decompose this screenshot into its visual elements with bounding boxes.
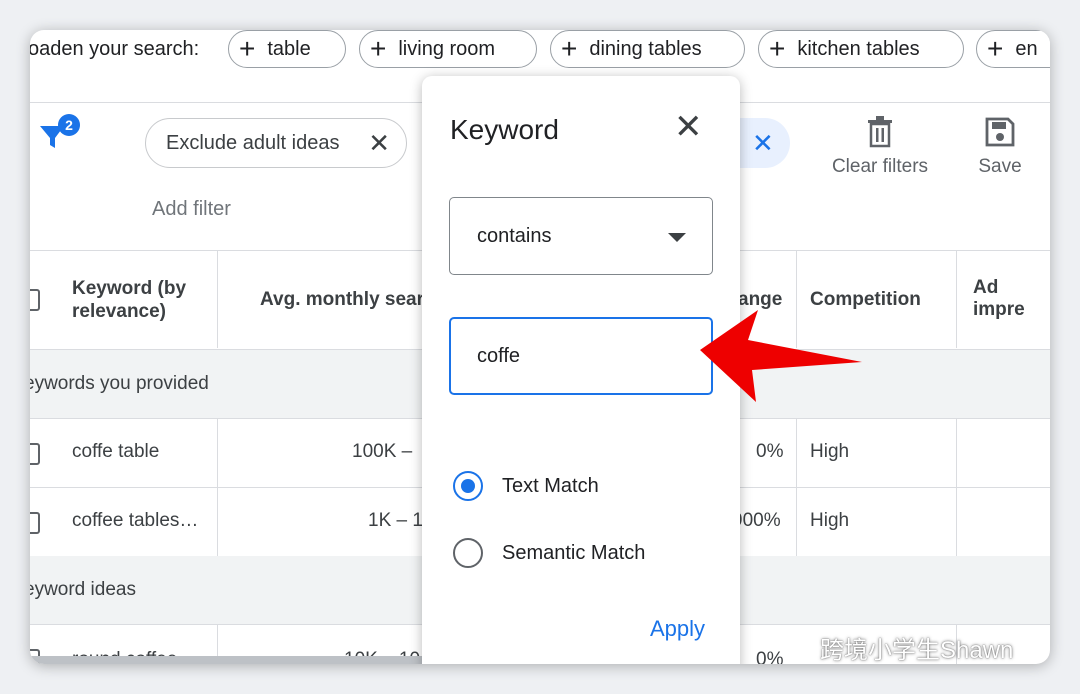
plus-icon: + bbox=[769, 33, 786, 64]
row-checkbox[interactable] bbox=[30, 443, 40, 465]
keyword-cell: coffee tables… bbox=[72, 510, 199, 531]
competition-cell: High bbox=[810, 510, 850, 531]
clear-filters-button[interactable]: Clear filters bbox=[820, 116, 940, 178]
filter-count-badge: 2 bbox=[58, 114, 80, 136]
plus-icon: + bbox=[987, 33, 1004, 64]
row-checkbox[interactable] bbox=[30, 512, 40, 534]
dropdown-arrow-icon bbox=[668, 233, 686, 242]
column-divider bbox=[217, 419, 218, 556]
add-filter-button[interactable]: Add filter bbox=[152, 198, 231, 221]
suggestion-chip-more[interactable]: + en bbox=[976, 30, 1050, 68]
select-all-checkbox[interactable] bbox=[30, 289, 40, 311]
exclude-adult-ideas-chip[interactable]: Exclude adult ideas ✕ bbox=[145, 118, 407, 168]
col-keyword[interactable]: Keyword (by relevance) bbox=[72, 251, 212, 349]
close-icon[interactable]: ✕ bbox=[368, 128, 390, 159]
column-divider bbox=[217, 250, 218, 348]
suggestion-chip-table[interactable]: + table bbox=[228, 30, 346, 68]
change-cell: 0% bbox=[756, 441, 784, 462]
watermark: 跨境小学生Shawn bbox=[778, 630, 1013, 664]
col-ad-impression[interactable]: Ad impre bbox=[973, 251, 1050, 349]
suggestion-chip-living-room[interactable]: + living room bbox=[359, 30, 537, 68]
save-button[interactable]: Save bbox=[970, 116, 1030, 178]
plus-icon: + bbox=[239, 33, 256, 64]
select-value: contains bbox=[477, 225, 552, 247]
semantic-match-radio[interactable] bbox=[453, 538, 483, 568]
semantic-match-label[interactable]: Semantic Match bbox=[502, 542, 645, 565]
broaden-label: oaden your search: bbox=[30, 38, 200, 60]
col-avg-monthly-searches[interactable]: Avg. monthly sear bbox=[260, 251, 424, 349]
avg-searches-cell: 1K – 1 bbox=[368, 510, 423, 531]
keyword-cell: coffe table bbox=[72, 441, 160, 462]
text-match-label[interactable]: Text Match bbox=[502, 475, 599, 498]
watermark-text: 跨境小学生Shawn bbox=[820, 637, 1014, 664]
keyword-filter-popup: Keyword ✕ contains Text Match Semantic M… bbox=[422, 76, 740, 664]
wechat-logo-icon bbox=[779, 634, 810, 660]
apply-button[interactable]: Apply bbox=[650, 616, 705, 642]
suggestion-chip-dining-tables[interactable]: + dining tables bbox=[550, 30, 745, 68]
competition-cell: High bbox=[810, 441, 850, 462]
text-match-radio[interactable] bbox=[453, 471, 483, 501]
keyword-input[interactable] bbox=[449, 317, 713, 395]
avg-searches-cell: 100K – bbox=[352, 441, 413, 462]
close-icon[interactable]: ✕ bbox=[674, 110, 703, 144]
column-divider bbox=[956, 419, 957, 556]
close-icon[interactable]: ✕ bbox=[752, 128, 774, 159]
column-divider bbox=[796, 419, 797, 556]
plus-icon: + bbox=[370, 33, 387, 64]
column-divider bbox=[956, 250, 957, 348]
trash-icon bbox=[868, 116, 892, 148]
save-icon bbox=[985, 117, 1015, 147]
match-operator-select[interactable]: contains bbox=[449, 197, 713, 275]
red-arrow-annotation bbox=[700, 310, 862, 402]
popup-title: Keyword bbox=[450, 114, 559, 145]
plus-icon: + bbox=[561, 33, 578, 64]
suggestion-chip-kitchen-tables[interactable]: + kitchen tables bbox=[758, 30, 964, 68]
screenshot-frame: oaden your search: + table + living room… bbox=[30, 30, 1050, 664]
